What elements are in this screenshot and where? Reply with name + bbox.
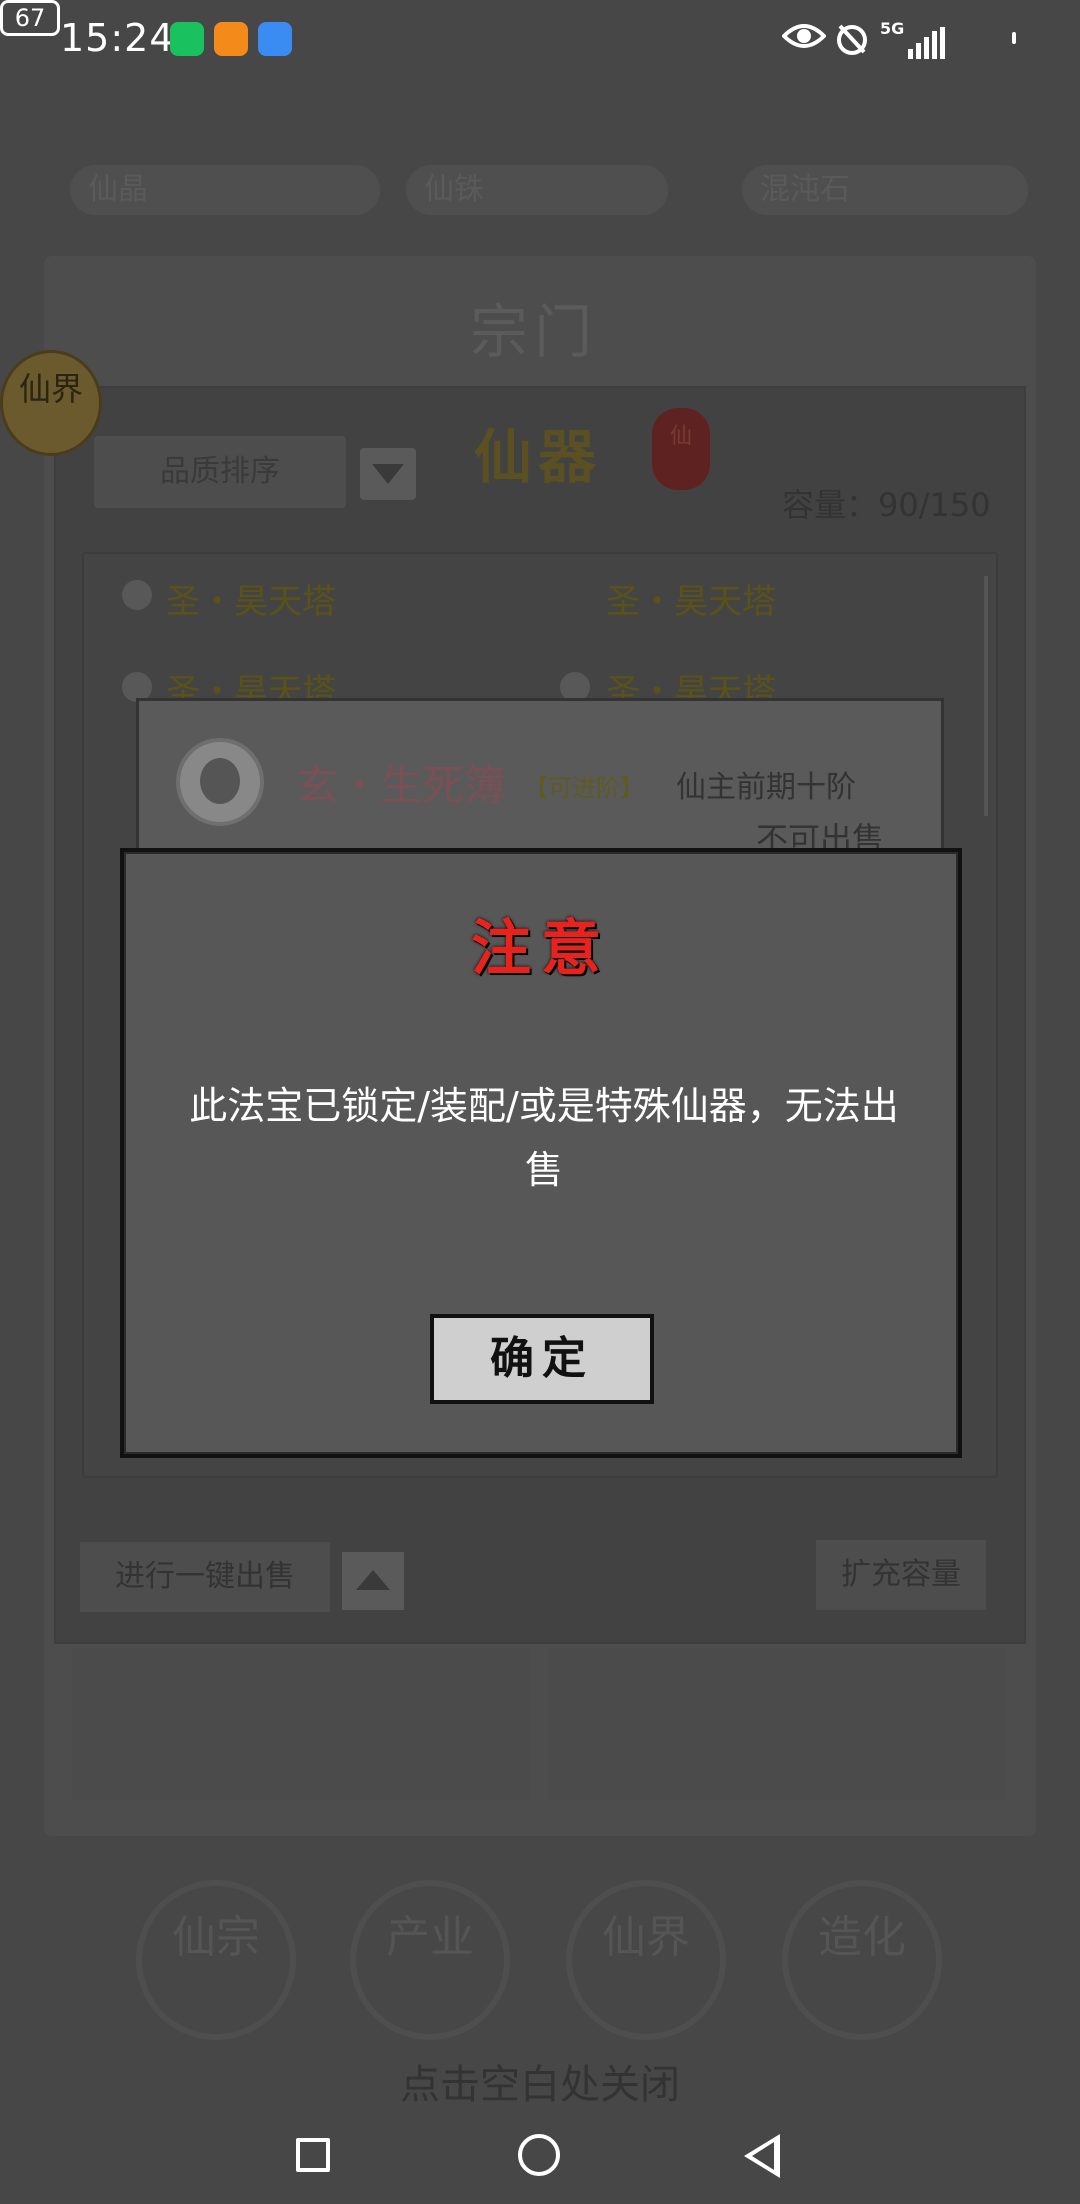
resource-xianzhu: 仙铢 <box>406 165 668 215</box>
alert-dialog: 注意 此法宝已锁定/装配/或是特殊仙器，无法出售 确定 <box>120 848 962 1458</box>
nav-chanye-button[interactable]: 产业 <box>350 1880 510 2040</box>
chevron-down-icon[interactable] <box>360 448 416 500</box>
list-item[interactable]: 圣・昊天塔 <box>606 574 776 623</box>
xianqi-title: 仙器 <box>474 423 603 491</box>
confirm-button[interactable]: 确定 <box>430 1314 654 1404</box>
capacity-label: 容量：90/150 <box>782 486 991 524</box>
recent-apps-icon[interactable] <box>296 2138 330 2172</box>
expand-capacity-button[interactable]: 扩充容量 <box>816 1540 986 1610</box>
scrollbar[interactable] <box>984 576 988 816</box>
nav-xianzong-button[interactable]: 仙宗 <box>136 1880 296 2040</box>
info-card <box>548 1648 1006 1800</box>
nav-xianjie-button[interactable]: 仙界 <box>566 1880 726 2040</box>
list-item[interactable]: 圣・昊天塔 <box>166 574 336 623</box>
seal-icon: 仙 <box>652 408 710 490</box>
item-name: 玄・生死簿 <box>296 761 507 810</box>
upgrade-tag: 【可进阶】 <box>524 774 644 802</box>
dialog-title: 注意 <box>471 914 611 984</box>
dialog-message: 此法宝已锁定/装配/或是特殊仙器，无法出售 <box>189 1084 899 1192</box>
item-rank: 仙主前期十阶 <box>676 770 856 805</box>
nav-zaohua-button[interactable]: 造化 <box>782 1880 942 2040</box>
sell-all-button[interactable]: 进行一键出售 <box>80 1542 330 1612</box>
sort-button[interactable]: 品质排序 <box>94 436 346 508</box>
close-hint[interactable]: 点击空白处关闭 <box>0 2052 1080 2110</box>
xianjie-badge-button[interactable]: 仙界 <box>0 350 102 456</box>
item-avatar <box>176 738 264 826</box>
resource-hundunshi: 混沌石 <box>742 165 1028 215</box>
back-icon[interactable] <box>744 2134 780 2178</box>
chevron-up-icon[interactable] <box>342 1552 404 1610</box>
quality-icon <box>122 580 152 610</box>
info-card <box>72 1648 530 1800</box>
resource-xianjing: 仙晶 <box>70 165 380 215</box>
zongmen-title: 宗门 <box>470 298 599 366</box>
home-icon[interactable] <box>518 2134 560 2176</box>
